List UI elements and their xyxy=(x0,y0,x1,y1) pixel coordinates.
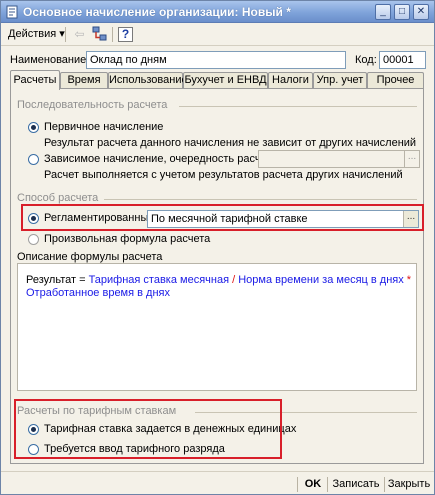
formula-term-norm: Норма времени за месяц в днях xyxy=(238,274,404,286)
close-button[interactable]: ✕ xyxy=(413,4,429,20)
help-icon[interactable]: ? xyxy=(118,27,133,42)
save-button[interactable]: Записать xyxy=(330,476,382,493)
formula-operator-divide: / xyxy=(229,274,239,286)
dependent-label[interactable]: Зависимое начисление, очередность расчет… xyxy=(44,153,280,165)
primary-hint: Результат расчета данного начисления не … xyxy=(44,137,417,149)
document-icon xyxy=(6,5,18,19)
formula-operator-multiply: * xyxy=(403,274,412,286)
regulated-method-input[interactable]: По месячной тарифной ставке xyxy=(147,210,419,228)
section-title-method: Способ расчета xyxy=(17,192,99,204)
tab-buhuchet[interactable]: Бухучет и ЕНВД xyxy=(183,72,268,89)
code-label: Код: xyxy=(355,54,377,66)
dropdown-arrow-icon: ▾ xyxy=(59,28,65,40)
tab-ispolzovanie[interactable]: Использование xyxy=(108,72,188,89)
bottom-separator xyxy=(327,477,328,492)
toolbar-separator xyxy=(65,27,66,42)
toolbar-separator xyxy=(112,27,113,42)
hierarchy-icon xyxy=(92,26,107,41)
structure-icon[interactable] xyxy=(91,26,108,43)
section-divider xyxy=(104,199,417,200)
close-form-button[interactable]: Закрыть xyxy=(387,476,431,493)
close-icon: ✕ xyxy=(416,6,426,17)
bottom-separator xyxy=(297,477,298,492)
formula-prefix: Результат = xyxy=(26,274,89,286)
formula-term-rate: Тарифная ставка месячная xyxy=(88,274,230,286)
name-input[interactable]: Оклад по дням xyxy=(86,51,346,69)
maximize-button[interactable]: □ xyxy=(394,4,410,20)
formula-label[interactable]: Произвольная формула расчета xyxy=(44,233,210,245)
radio-primary[interactable] xyxy=(28,122,39,133)
radio-dependent[interactable] xyxy=(28,154,39,165)
ok-button[interactable]: OK xyxy=(301,476,325,493)
radio-regulated[interactable] xyxy=(28,213,39,224)
code-input[interactable]: 00001 xyxy=(379,51,426,69)
tab-prochee[interactable]: Прочее xyxy=(367,72,424,89)
primary-label[interactable]: Первичное начисление xyxy=(44,121,163,133)
radio-tariff-money[interactable] xyxy=(28,424,39,435)
dependent-order-input[interactable] xyxy=(258,150,420,168)
tariff-money-label[interactable]: Тарифная ставка задается в денежных един… xyxy=(44,423,296,435)
tariff-grade-label[interactable]: Требуется ввод тарифного разряда xyxy=(44,443,225,455)
section-divider xyxy=(179,106,417,107)
tab-upr-uchet[interactable]: Упр. учет xyxy=(313,72,367,89)
bottom-button-bar: OK Записать Закрыть xyxy=(1,471,434,494)
back-arrow-icon[interactable]: ⇦ xyxy=(71,26,88,43)
formula-description-box: Результат = Тарифная ставка месячная / Н… xyxy=(17,263,417,391)
actions-menu-label: Действия xyxy=(8,28,57,40)
dependent-hint: Расчет выполняется с учетом результатов … xyxy=(44,169,403,181)
regulated-select-button[interactable]: ... xyxy=(403,211,418,227)
name-label: Наименование: xyxy=(10,54,90,66)
title-bar[interactable]: Основное начисление организации: Новый *… xyxy=(1,1,434,23)
minimize-button[interactable]: _ xyxy=(375,4,391,20)
radio-formula[interactable] xyxy=(28,234,39,245)
toolbar: Действия ▾ ⇦ ? xyxy=(1,23,434,46)
actions-menu[interactable]: Действия ▾ xyxy=(5,26,68,43)
regulated-label[interactable]: Регламентированный: xyxy=(44,212,158,224)
description-title: Описание формулы расчета xyxy=(17,251,163,263)
tab-vremya[interactable]: Время xyxy=(60,72,108,89)
window-title: Основное начисление организации: Новый * xyxy=(23,5,291,19)
formula-term-worked: Отработанное время в днях xyxy=(26,287,170,299)
tab-raschety[interactable]: Расчеты xyxy=(10,70,60,90)
radio-tariff-grade[interactable] xyxy=(28,444,39,455)
section-divider xyxy=(195,412,417,413)
maximize-icon: □ xyxy=(398,6,406,17)
document-window: Основное начисление организации: Новый *… xyxy=(0,0,435,495)
section-title-sequence: Последовательность расчета xyxy=(17,99,168,111)
minimize-icon: _ xyxy=(380,6,386,17)
tab-nalogi[interactable]: Налоги xyxy=(268,72,313,89)
section-title-tariff: Расчеты по тарифным ставкам xyxy=(17,405,177,417)
bottom-separator xyxy=(384,477,385,492)
dependent-select-button[interactable]: ... xyxy=(404,151,419,167)
